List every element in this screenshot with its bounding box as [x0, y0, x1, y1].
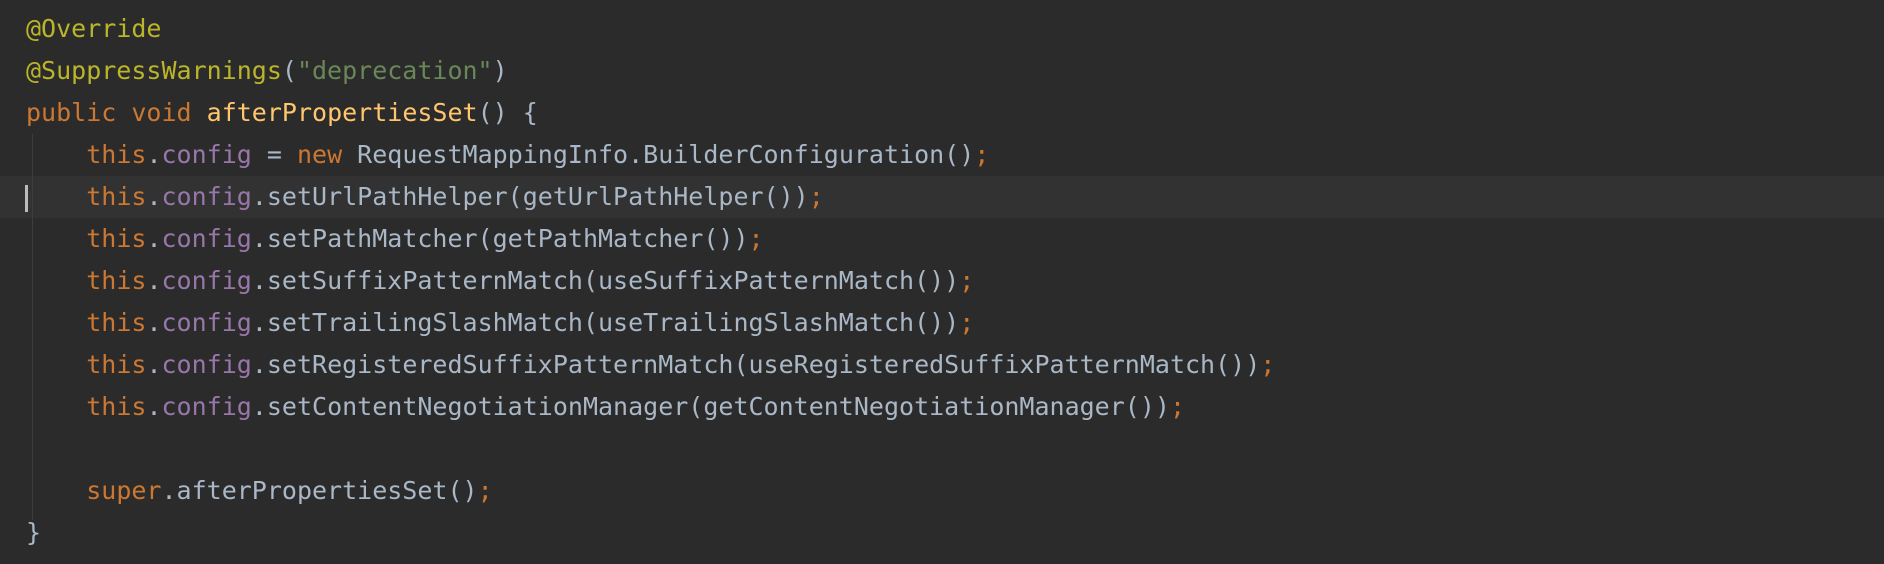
keyword-new: new	[296, 140, 343, 169]
dot: .	[146, 140, 162, 169]
string-literal: "deprecation"	[296, 56, 493, 85]
dot: .	[146, 350, 162, 379]
code-editor[interactable]: @Override @SuppressWarnings("deprecation"…	[0, 0, 1884, 564]
code-line-13[interactable]: }	[26, 512, 1275, 554]
keyword-this: this	[86, 350, 147, 379]
method-call: .setRegisteredSuffixPatternMatch(useRegi…	[251, 350, 1261, 379]
closing-brace: }	[26, 518, 42, 547]
keyword-this: this	[86, 308, 147, 337]
keyword-public: public	[26, 98, 117, 127]
field-config: config	[161, 350, 252, 379]
keyword-this: this	[86, 224, 147, 253]
code-line-8[interactable]: this.config.setTrailingSlashMatch(useTra…	[26, 302, 1275, 344]
code-line-12[interactable]: super.afterPropertiesSet();	[26, 470, 1275, 512]
semicolon: ;	[477, 476, 493, 505]
field-config: config	[161, 392, 252, 421]
method-declaration-name: afterPropertiesSet	[206, 98, 478, 127]
code-line-3[interactable]: public void afterPropertiesSet() {	[26, 92, 1275, 134]
semicolon: ;	[959, 308, 975, 337]
code-text[interactable]: @Override @SuppressWarnings("deprecation"…	[26, 8, 1275, 554]
method-call: .setUrlPathHelper(getUrlPathHelper())	[251, 182, 809, 211]
field-config: config	[161, 140, 252, 169]
field-config: config	[161, 182, 252, 211]
dot: .	[146, 392, 162, 421]
keyword-this: this	[86, 392, 147, 421]
annotation-suppress-warnings: @SuppressWarnings	[26, 56, 282, 85]
code-line-6[interactable]: this.config.setPathMatcher(getPathMatche…	[26, 218, 1275, 260]
semicolon: ;	[974, 140, 990, 169]
method-call: .setPathMatcher(getPathMatcher())	[251, 224, 749, 253]
constructor-call: RequestMappingInfo.BuilderConfiguration(…	[342, 140, 975, 169]
field-config: config	[161, 224, 252, 253]
semicolon: ;	[748, 224, 764, 253]
field-config: config	[161, 308, 252, 337]
assign-operator: =	[251, 140, 297, 169]
dot: .	[146, 224, 162, 253]
method-call: .afterPropertiesSet()	[161, 476, 478, 505]
keyword-super: super	[86, 476, 162, 505]
dot: .	[146, 266, 162, 295]
code-line-4[interactable]: this.config = new RequestMappingInfo.Bui…	[26, 134, 1275, 176]
semicolon: ;	[1260, 350, 1276, 379]
semicolon: ;	[808, 182, 824, 211]
keyword-this: this	[86, 182, 147, 211]
paren-close: )	[492, 56, 508, 85]
code-line-1[interactable]: @Override	[26, 8, 1275, 50]
code-line-10[interactable]: this.config.setContentNegotiationManager…	[26, 386, 1275, 428]
keyword-void: void	[131, 98, 192, 127]
semicolon: ;	[959, 266, 975, 295]
dot: .	[146, 308, 162, 337]
code-line-2[interactable]: @SuppressWarnings("deprecation")	[26, 50, 1275, 92]
method-call: .setSuffixPatternMatch(useSuffixPatternM…	[251, 266, 960, 295]
code-line-5[interactable]: this.config.setUrlPathHelper(getUrlPathH…	[26, 176, 1275, 218]
method-signature-rest: () {	[477, 98, 538, 127]
paren-open: (	[281, 56, 297, 85]
semicolon: ;	[1169, 392, 1186, 421]
dot: .	[146, 182, 162, 211]
code-line-9[interactable]: this.config.setRegisteredSuffixPatternMa…	[26, 344, 1275, 386]
method-call: .setContentNegotiationManager(getContent…	[251, 392, 1170, 421]
code-line-11[interactable]	[26, 428, 1275, 470]
keyword-this: this	[86, 140, 147, 169]
annotation-override: @Override	[26, 14, 162, 43]
code-line-7[interactable]: this.config.setSuffixPatternMatch(useSuf…	[26, 260, 1275, 302]
keyword-this: this	[86, 266, 147, 295]
field-config: config	[161, 266, 252, 295]
method-call: .setTrailingSlashMatch(useTrailingSlashM…	[251, 308, 960, 337]
